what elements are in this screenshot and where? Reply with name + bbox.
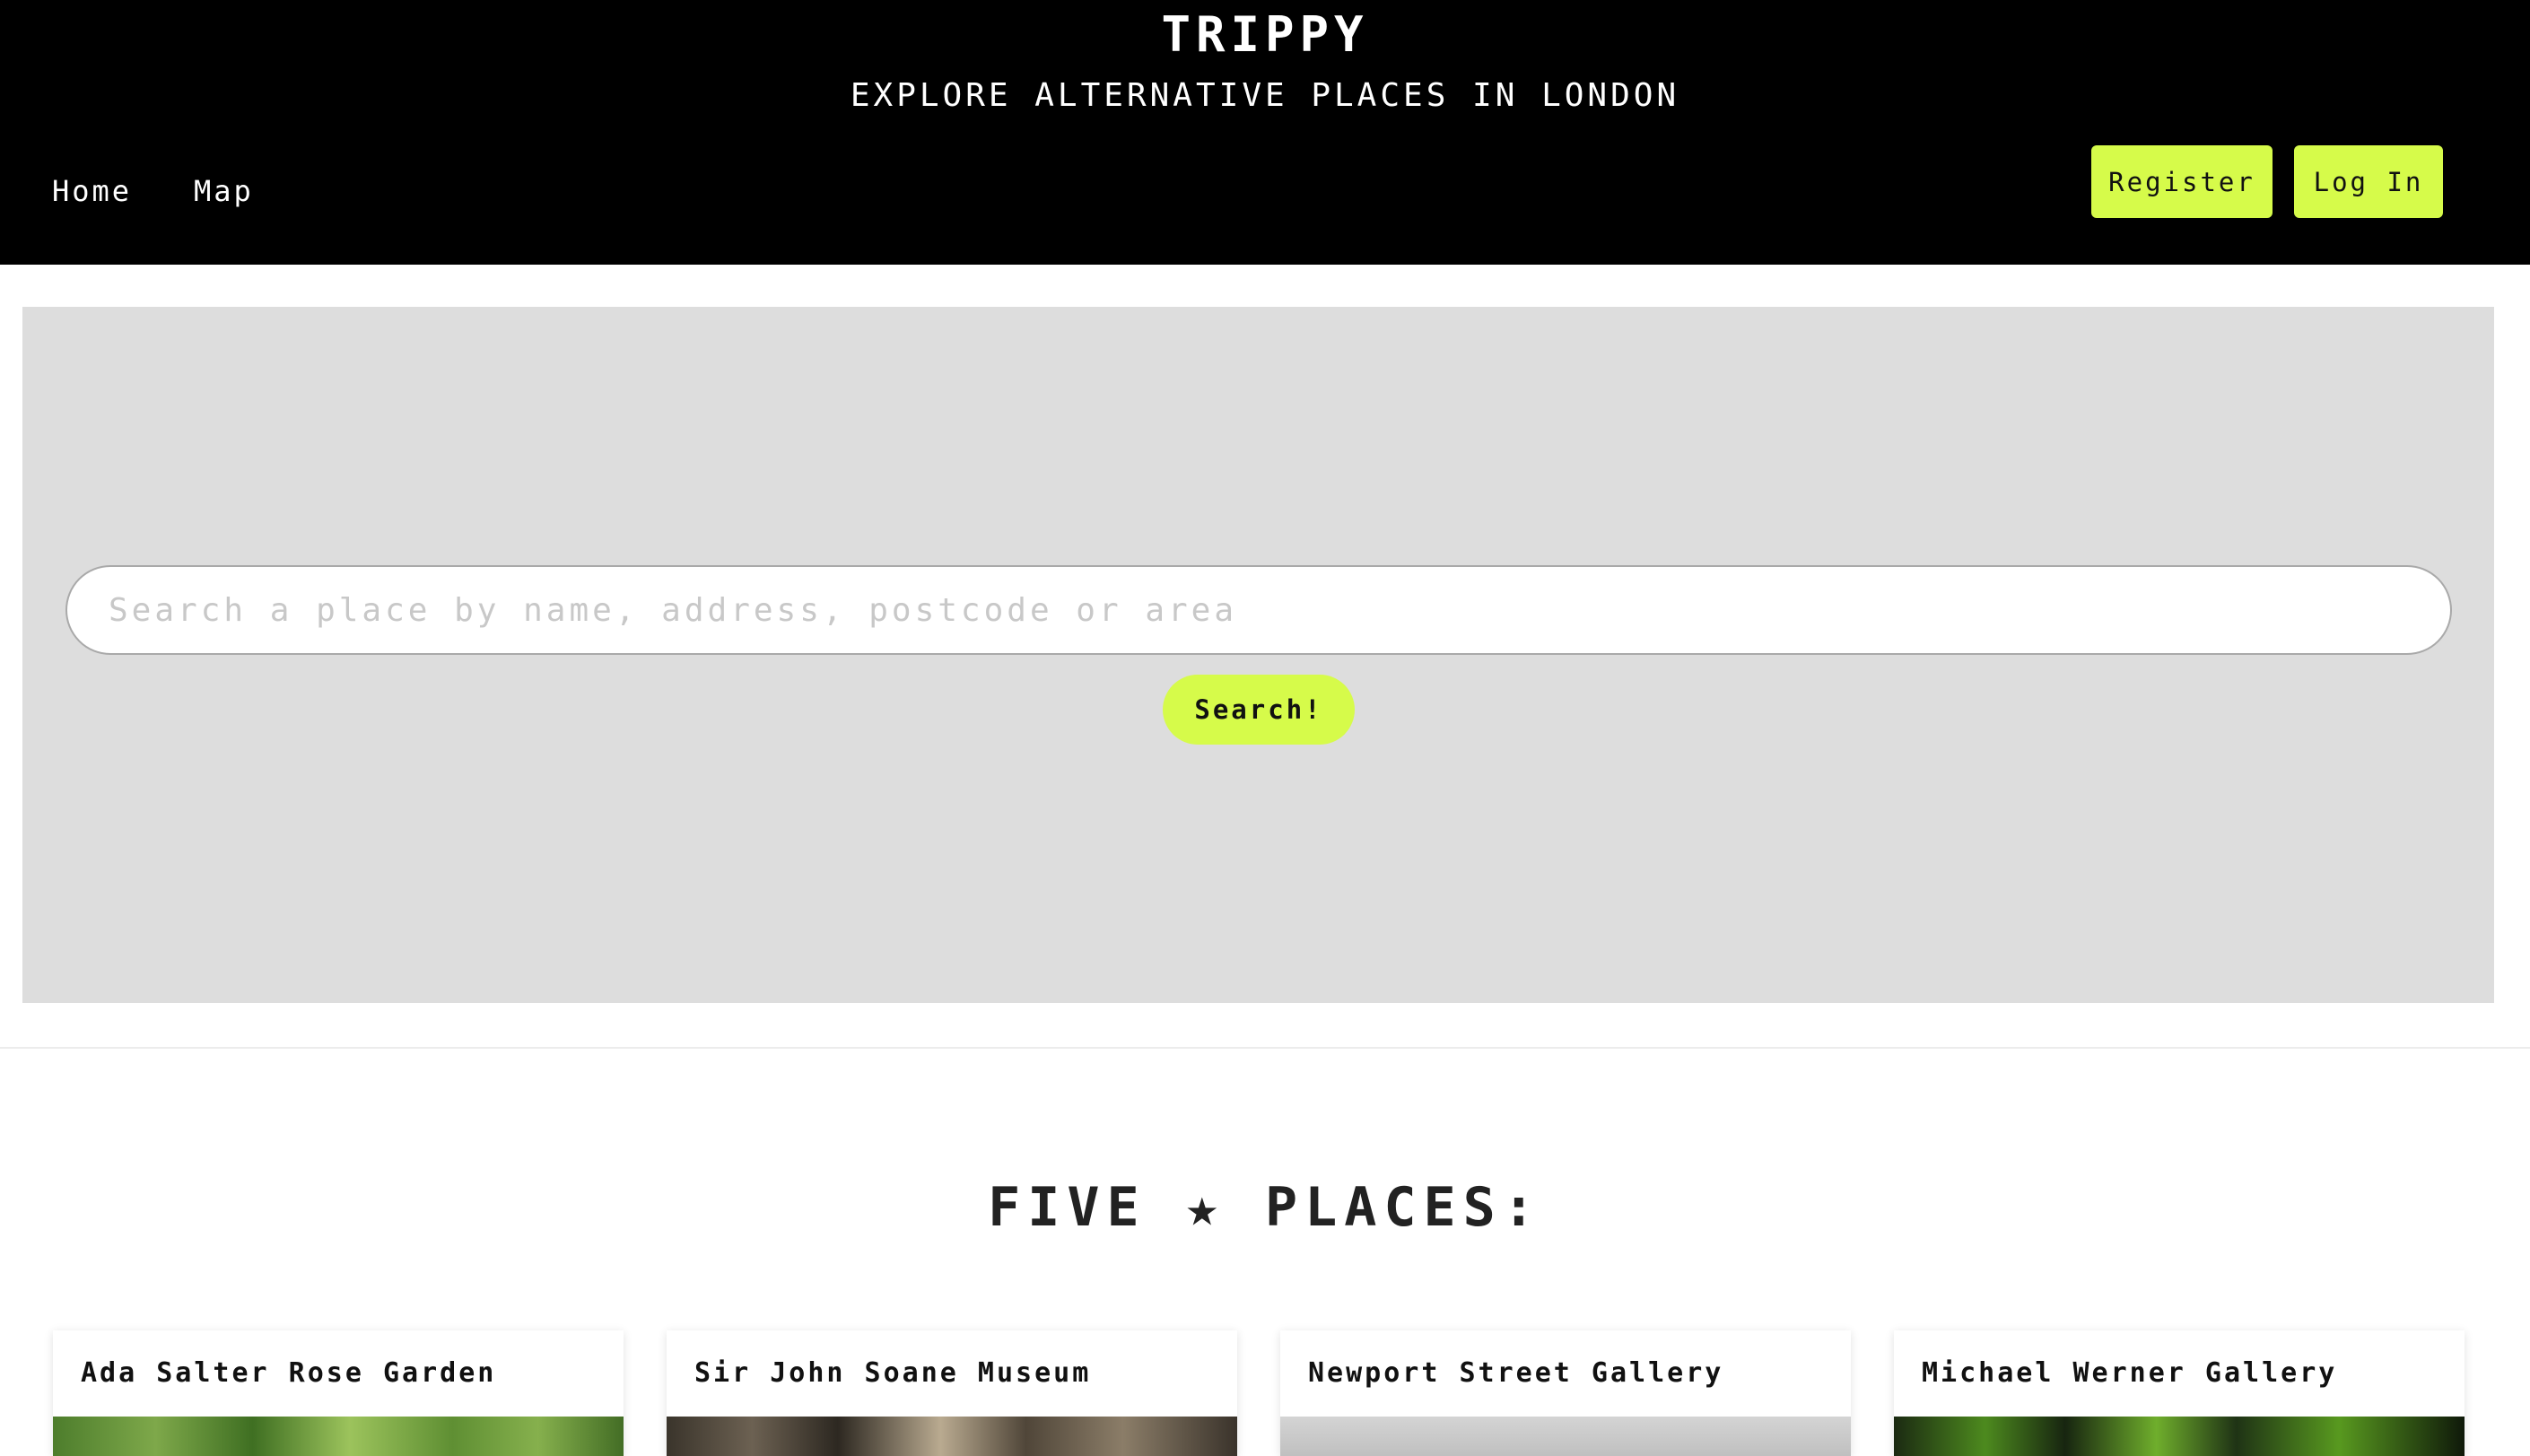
place-card-sir-john-soane-museum[interactable]: Sir John Soane Museum [667, 1330, 1237, 1456]
search-hero: Search! [22, 307, 2494, 1003]
place-card-michael-werner-gallery[interactable]: Michael Werner Gallery [1894, 1330, 2465, 1456]
register-button[interactable]: Register [2091, 145, 2273, 218]
nav-map-link[interactable]: Map [194, 170, 254, 212]
search-button[interactable]: Search! [1163, 675, 1355, 745]
login-button[interactable]: Log In [2294, 145, 2443, 218]
place-card-image[interactable] [667, 1417, 1237, 1456]
search-input[interactable] [65, 565, 2452, 655]
place-card-image[interactable] [1280, 1417, 1851, 1456]
five-star-places-heading: FIVE ★ PLACES: [988, 1176, 1542, 1239]
place-card-title[interactable]: Ada Salter Rose Garden [81, 1350, 496, 1397]
place-card-title[interactable]: Newport Street Gallery [1308, 1350, 1723, 1397]
section-divider [0, 1047, 2530, 1049]
place-card-image[interactable] [1894, 1417, 2465, 1456]
place-card-title[interactable]: Michael Werner Gallery [1922, 1350, 2337, 1397]
place-card-ada-salter-rose-garden[interactable]: Ada Salter Rose Garden [53, 1330, 624, 1456]
site-header: TRIPPY EXPLORE ALTERNATIVE PLACES IN LON… [0, 0, 2530, 265]
place-card-image[interactable] [53, 1417, 624, 1456]
place-card-newport-street-gallery[interactable]: Newport Street Gallery [1280, 1330, 1851, 1456]
site-title[interactable]: TRIPPY [0, 4, 2530, 66]
place-card-title[interactable]: Sir John Soane Museum [694, 1350, 1091, 1397]
nav-home-link[interactable]: Home [52, 170, 132, 212]
site-subtitle: EXPLORE ALTERNATIVE PLACES IN LONDON [850, 77, 1680, 114]
